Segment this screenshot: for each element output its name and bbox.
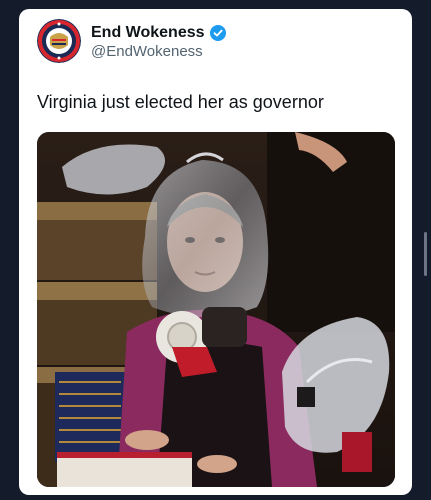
display-name[interactable]: End Wokeness bbox=[91, 24, 205, 42]
tweet-image[interactable] bbox=[37, 132, 395, 487]
verified-badge-icon bbox=[209, 25, 226, 41]
avatar-seal-icon bbox=[37, 19, 81, 63]
photo bbox=[37, 132, 395, 487]
handle[interactable]: @EndWokeness bbox=[91, 43, 203, 60]
tweet-card[interactable]: End Wokeness @EndWokeness Virginia just … bbox=[19, 9, 412, 495]
scrollbar[interactable] bbox=[424, 232, 427, 276]
tweet-text: Virginia just elected her as governor bbox=[37, 92, 324, 112]
avatar[interactable] bbox=[37, 19, 81, 63]
